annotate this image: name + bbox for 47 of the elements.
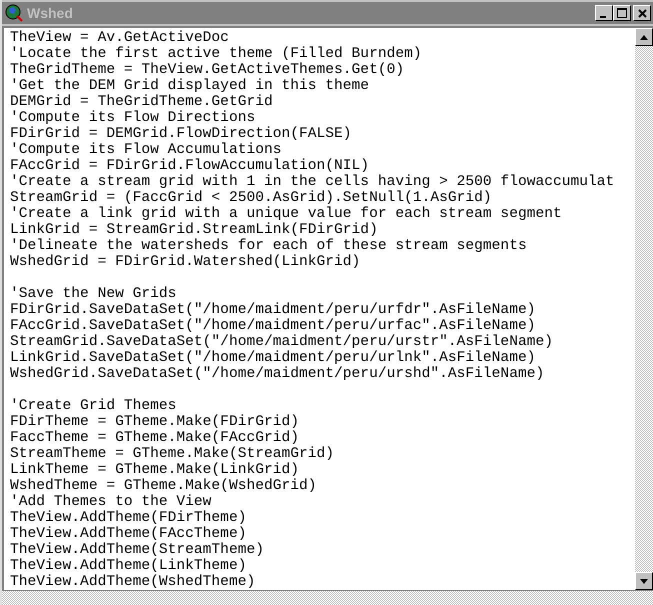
- code-line: FAccGrid = FDirGrid.FlowAccumulation(NIL): [10, 158, 370, 174]
- code-line: 'Add Themes to the View: [10, 494, 212, 510]
- code-line: FAccGrid.SaveDataSet("/home/maidment/peru/urfac".AsFileName): [10, 318, 536, 334]
- code-line: TheView.AddTheme(LinkTheme): [10, 558, 248, 574]
- vertical-scrollbar[interactable]: [635, 28, 653, 590]
- code-line: StreamTheme = GTheme.Make(StreamGrid): [10, 446, 336, 462]
- code-line: 'Locate the first active theme (Filled Burndem): [10, 46, 423, 62]
- up-arrow-icon: [640, 34, 648, 40]
- code-line: DEMGrid = TheGridTheme.GetGrid: [10, 94, 274, 110]
- code-line: 'Compute its Flow Accumulations: [10, 142, 282, 158]
- window-title: Wshed: [27, 5, 74, 21]
- code-line: WshedTheme = GTheme.Make(WshedGrid): [10, 478, 318, 494]
- code-line: 'Compute its Flow Directions: [10, 110, 256, 126]
- globe-icon: [5, 4, 23, 22]
- code-line: 'Create a link grid with a unique value for each stream segment: [10, 206, 563, 222]
- close-icon: [638, 8, 646, 18]
- code-line: StreamGrid = (FaccGrid < 2500.AsGrid).SetNull(1.AsGrid): [10, 190, 493, 206]
- code-line: FDirTheme = GTheme.Make(FDirGrid): [10, 414, 300, 430]
- code-line: FDirGrid.SaveDataSet("/home/maidment/peru/urfdr".AsFileName): [10, 302, 536, 318]
- code-editor[interactable]: [4, 28, 635, 590]
- code-line: LinkGrid = StreamGrid.StreamLink(FDirGrid): [10, 222, 379, 238]
- minimize-button[interactable]: [595, 5, 613, 21]
- maximize-icon: [617, 8, 627, 18]
- scroll-up-button[interactable]: [635, 28, 653, 46]
- down-arrow-icon: [640, 578, 648, 584]
- code-line: TheView.AddTheme(StreamTheme): [10, 542, 265, 558]
- code-line: 'Create a stream grid with 1 in the cells having > 2500 flowaccumulat: [10, 174, 616, 190]
- code-line: WshedGrid.SaveDataSet("/home/maidment/peru/urshd".AsFileName): [10, 366, 546, 382]
- code-line: TheView.AddTheme(WshedTheme): [10, 574, 256, 590]
- close-button[interactable]: [633, 5, 651, 21]
- code-line: WshedGrid = FDirGrid.Watershed(LinkGrid): [10, 254, 362, 270]
- code-line: 'Save the New Grids: [10, 286, 178, 302]
- code-line: LinkGrid.SaveDataSet("/home/maidment/peru/urlnk".AsFileName): [10, 350, 536, 366]
- code-line: FDirGrid = DEMGrid.FlowDirection(FALSE): [10, 126, 353, 142]
- code-line: LinkTheme = GTheme.Make(LinkGrid): [10, 462, 300, 478]
- code-line: TheView.AddTheme(FAccTheme): [10, 526, 248, 542]
- code-line: 'Create Grid Themes: [10, 398, 178, 414]
- code-line: StreamGrid.SaveDataSet("/home/maidment/peru/urstr".AsFileName): [10, 334, 554, 350]
- code-line: TheView.AddTheme(FDirTheme): [10, 510, 248, 526]
- code-line: 'Get the DEM Grid displayed in this theme: [10, 78, 370, 94]
- code-line: FaccTheme = GTheme.Make(FAccGrid): [10, 430, 300, 446]
- code-line: 'Delineate the watersheds for each of these stream segments: [10, 238, 528, 254]
- maximize-button[interactable]: [613, 5, 631, 21]
- code-line: TheView = Av.GetActiveDoc: [10, 30, 230, 46]
- horizontal-scrollbar[interactable]: [2, 590, 653, 605]
- code-line: TheGridTheme = TheView.GetActiveThemes.Get(0): [10, 62, 406, 78]
- scroll-down-button[interactable]: [635, 572, 653, 590]
